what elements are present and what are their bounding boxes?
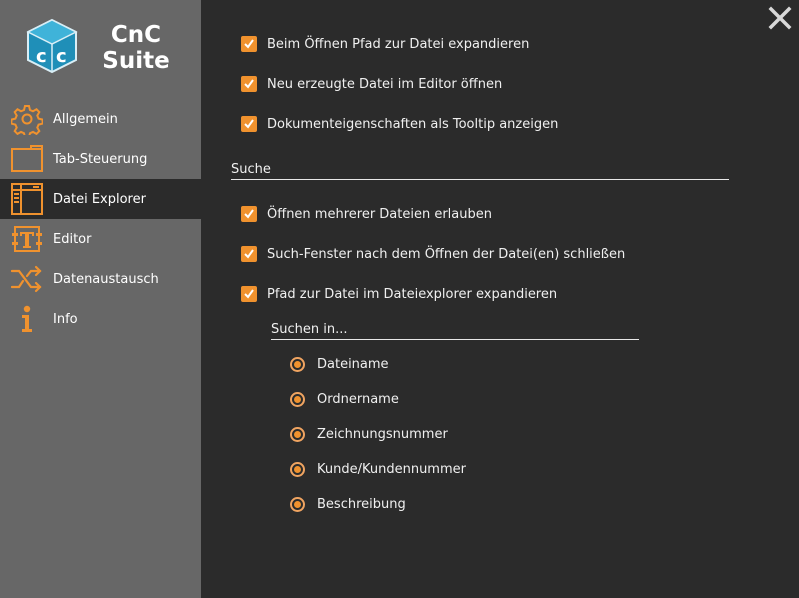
sidebar-item-tab-steuerung[interactable]: Tab-Steuerung (0, 139, 201, 179)
option-label: Dokumenteigenschaften als Tooltip anzeig… (267, 116, 559, 132)
option-label: Such-Fenster nach dem Öffnen der Datei(e… (267, 246, 626, 262)
sidebar-item-allgemein[interactable]: Allgemein (0, 99, 201, 139)
radio-dot (294, 500, 301, 508)
checkbox-checked[interactable] (241, 206, 257, 222)
brand-line-1: CnC (110, 22, 162, 48)
option-label: Neu erzeugte Datei im Editor öffnen (267, 76, 503, 92)
sidebar-item-datenaustausch[interactable]: Datenaustausch (0, 259, 201, 299)
section-title-suche: Suche (231, 162, 271, 177)
search-in-beschreibung[interactable]: Beschreibung (290, 494, 406, 514)
radio-dot (294, 430, 301, 438)
shuffle-icon (10, 262, 44, 296)
svg-text:c: c (56, 46, 67, 67)
sidebar-item-datei-explorer[interactable]: Datei Explorer (0, 179, 201, 219)
sidebar-item-info[interactable]: Info (0, 299, 201, 339)
radio-dot (294, 360, 301, 368)
sidebar-item-label: Tab-Steuerung (53, 151, 148, 167)
svg-text:c: c (36, 46, 47, 67)
radio-dot (294, 465, 301, 473)
option-open-new-file-in-editor[interactable]: Neu erzeugte Datei im Editor öffnen (241, 74, 502, 94)
option-expand-path-in-explorer[interactable]: Pfad zur Datei im Dateiexplorer expandie… (241, 284, 557, 304)
search-in-ordnername[interactable]: Ordnername (290, 389, 399, 409)
app-brand: CnC Suite (96, 22, 176, 74)
cnc-suite-logo: c c (26, 18, 78, 74)
radio-selected[interactable] (290, 426, 305, 442)
sidebar-nav: Allgemein Tab-Steuerung Datei Explorer E… (0, 99, 201, 339)
sidebar-item-editor[interactable]: Editor (0, 219, 201, 259)
search-in-kunde[interactable]: Kunde/Kundennummer (290, 459, 466, 479)
option-label: Beschreibung (317, 496, 406, 512)
section-divider (271, 339, 639, 340)
radio-selected[interactable] (290, 391, 305, 407)
checkbox-checked[interactable] (241, 36, 257, 52)
option-expand-path-on-open[interactable]: Beim Öffnen Pfad zur Datei expandieren (241, 34, 529, 54)
checkbox-checked[interactable] (241, 116, 257, 132)
option-label: Beim Öffnen Pfad zur Datei expandieren (267, 36, 530, 52)
option-label: Pfad zur Datei im Dateiexplorer expandie… (267, 286, 558, 302)
option-label: Öffnen mehrerer Dateien erlauben (267, 206, 492, 222)
sidebar-item-label: Allgemein (53, 111, 118, 127)
search-in-zeichnungsnummer[interactable]: Zeichnungsnummer (290, 424, 448, 444)
option-label: Zeichnungsnummer (317, 426, 448, 442)
gear-icon (10, 102, 44, 136)
section-title-suchen-in: Suchen in... (271, 322, 348, 337)
info-icon (10, 302, 44, 336)
sidebar-item-label: Info (53, 311, 78, 327)
file-explorer-icon (10, 182, 44, 216)
sidebar-item-label: Editor (53, 231, 92, 247)
sidebar-item-label: Datei Explorer (53, 191, 146, 207)
option-label: Dateiname (317, 356, 389, 372)
option-label: Kunde/Kundennummer (317, 461, 466, 477)
close-icon[interactable] (766, 4, 794, 32)
editor-icon (10, 222, 44, 256)
checkbox-checked[interactable] (241, 246, 257, 262)
radio-selected[interactable] (290, 496, 305, 512)
tab-icon (10, 142, 44, 176)
option-close-search-window[interactable]: Such-Fenster nach dem Öffnen der Datei(e… (241, 244, 625, 264)
radio-selected[interactable] (290, 356, 305, 372)
option-properties-tooltip[interactable]: Dokumenteigenschaften als Tooltip anzeig… (241, 114, 558, 134)
search-in-dateiname[interactable]: Dateiname (290, 354, 389, 374)
radio-selected[interactable] (290, 461, 305, 477)
checkbox-checked[interactable] (241, 76, 257, 92)
checkbox-checked[interactable] (241, 286, 257, 302)
sidebar: c c CnC Suite Allgemein Tab-Steuerung Da… (0, 0, 201, 598)
option-label: Ordnername (317, 391, 399, 407)
brand-line-2: Suite (102, 48, 170, 74)
section-divider (231, 179, 729, 180)
sidebar-item-label: Datenaustausch (53, 271, 159, 287)
radio-dot (294, 395, 301, 403)
option-allow-multiple-files[interactable]: Öffnen mehrerer Dateien erlauben (241, 204, 492, 224)
